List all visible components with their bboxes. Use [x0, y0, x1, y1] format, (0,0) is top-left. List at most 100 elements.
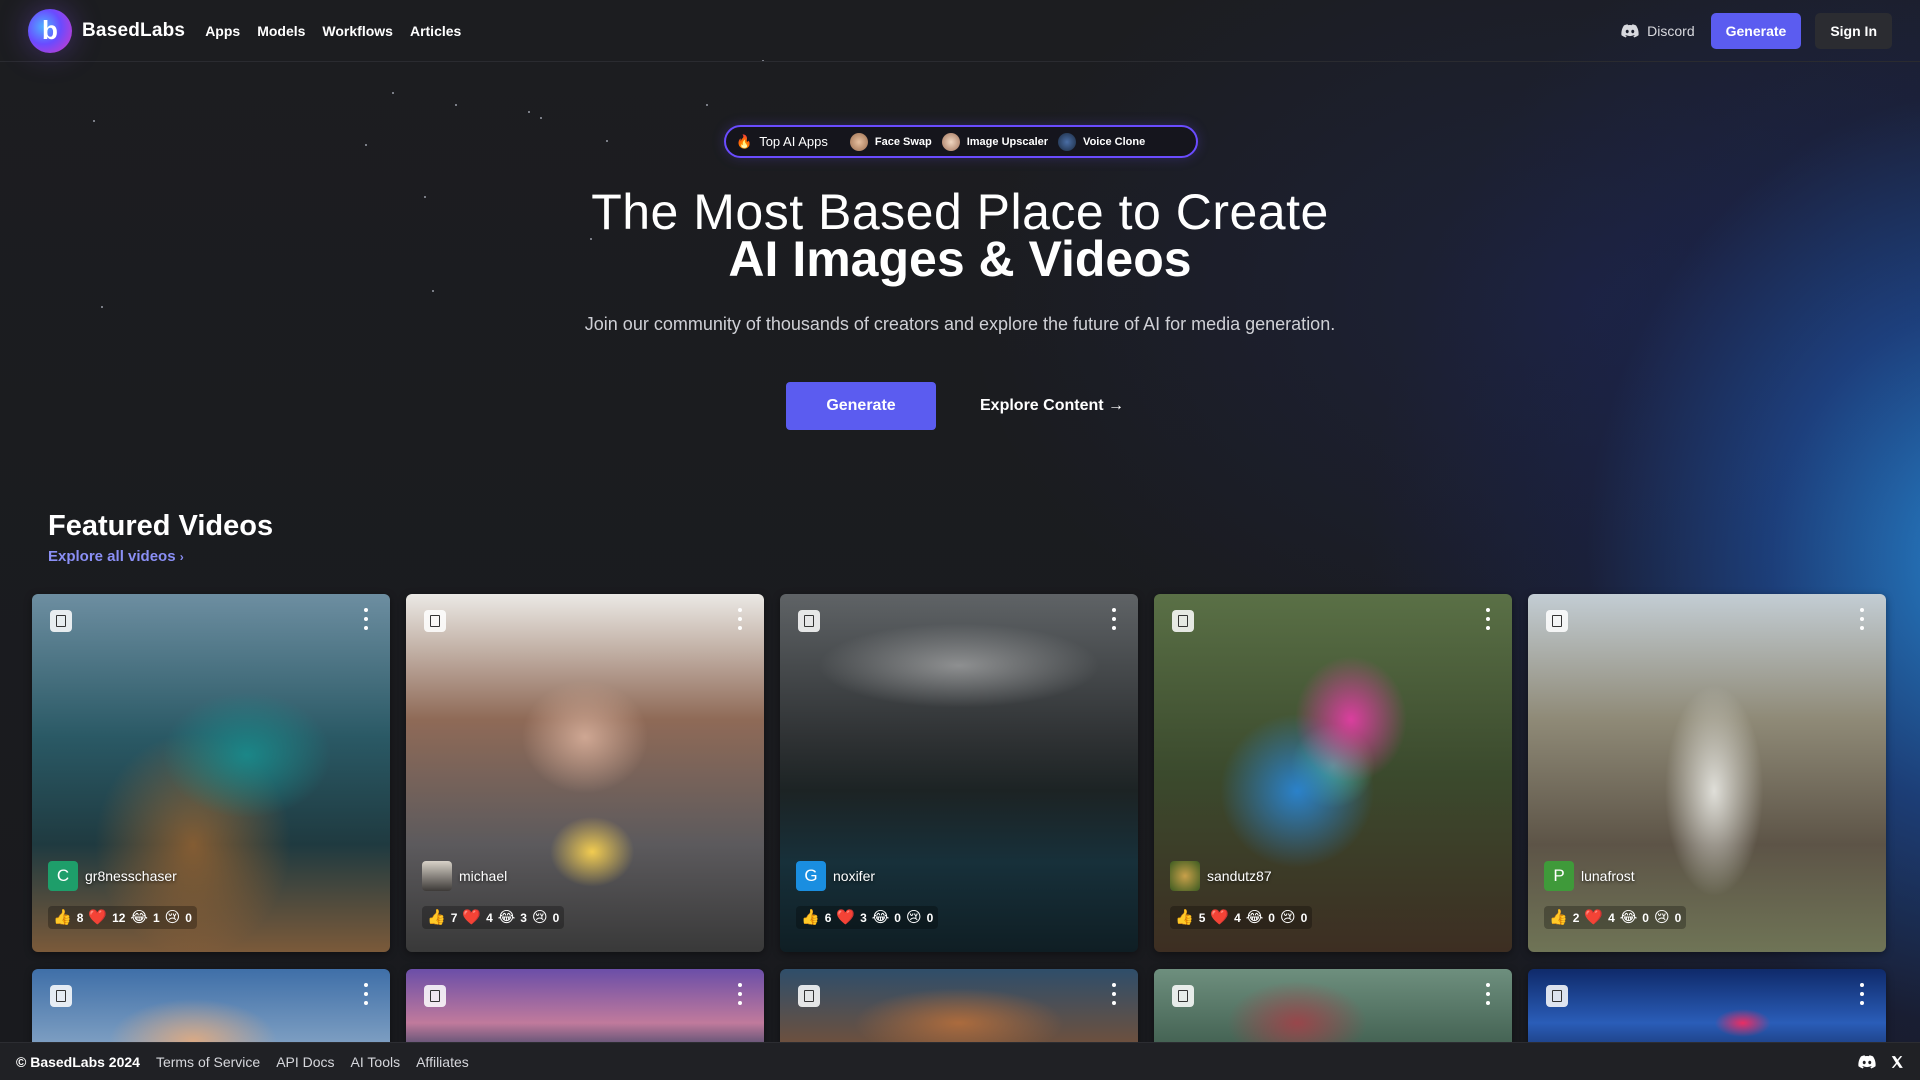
- footer-api-docs-link[interactable]: API Docs: [276, 1054, 334, 1070]
- nav-apps[interactable]: Apps: [205, 23, 240, 39]
- sad-icon[interactable]: 😢: [906, 910, 922, 925]
- card-author[interactable]: P lunafrost: [1544, 861, 1635, 891]
- document-icon[interactable]: [798, 610, 820, 632]
- discord-link[interactable]: Discord: [1621, 22, 1695, 39]
- star: [455, 104, 457, 106]
- hero-heading: The Most Based Place to Create AI Images…: [0, 184, 1920, 284]
- discord-label: Discord: [1647, 22, 1695, 39]
- brand-name: BasedLabs: [82, 19, 186, 41]
- document-icon[interactable]: [1172, 985, 1194, 1007]
- heart-icon[interactable]: ❤️: [836, 910, 855, 925]
- document-icon[interactable]: [1546, 610, 1568, 632]
- card-author[interactable]: sandutz87: [1170, 861, 1272, 891]
- footer-terms-link[interactable]: Terms of Service: [156, 1054, 260, 1070]
- avatar: C: [48, 861, 78, 891]
- sad-icon[interactable]: 😢: [1280, 910, 1296, 925]
- username: lunafrost: [1581, 868, 1635, 884]
- app-image-upscaler[interactable]: Image Upscaler: [941, 132, 1048, 151]
- footer-ai-tools-link[interactable]: AI Tools: [351, 1054, 401, 1070]
- more-options-icon[interactable]: [736, 983, 744, 1005]
- more-options-icon[interactable]: [1858, 983, 1866, 1005]
- face-swap-thumb: [849, 132, 868, 151]
- more-options-icon[interactable]: [1484, 608, 1492, 630]
- more-options-icon[interactable]: [362, 608, 370, 630]
- sad-icon[interactable]: 😢: [165, 910, 181, 925]
- more-options-icon[interactable]: [362, 983, 370, 1005]
- video-card[interactable]: C gr8nesschaser 👍 8 ❤️ 12 😂 1 😢 0: [32, 594, 390, 952]
- thumbs-up-icon[interactable]: 👍: [1549, 910, 1568, 925]
- nav-articles[interactable]: Articles: [410, 23, 461, 39]
- star: [432, 290, 434, 292]
- video-card[interactable]: michael 👍 7 ❤️ 4 😂 3 😢 0: [406, 594, 764, 952]
- laugh-icon[interactable]: 😂: [1246, 910, 1264, 925]
- sad-icon[interactable]: 😢: [1654, 910, 1670, 925]
- thumbs-up-icon[interactable]: 👍: [53, 910, 72, 925]
- sad-icon[interactable]: 😢: [532, 910, 548, 925]
- star: [540, 117, 542, 119]
- document-icon[interactable]: [424, 985, 446, 1007]
- image-upscaler-thumb: [941, 132, 960, 151]
- card-author[interactable]: G noxifer: [796, 861, 875, 891]
- reactions-bar: 👍 8 ❤️ 12 😂 1 😢 0: [48, 906, 197, 929]
- username: noxifer: [833, 868, 876, 884]
- thumbs-up-icon[interactable]: 👍: [801, 910, 820, 925]
- heart-icon[interactable]: ❤️: [88, 910, 107, 925]
- username: gr8nesschaser: [85, 868, 177, 884]
- more-options-icon[interactable]: [736, 608, 744, 630]
- reactions-bar: 👍 2 ❤️ 4 😂 0 😢 0: [1544, 906, 1687, 929]
- generate-button[interactable]: Generate: [1710, 12, 1802, 49]
- explore-all-videos-link[interactable]: Explore all videos ›: [48, 548, 184, 565]
- avatar: P: [1544, 861, 1574, 891]
- basedlabs-logo-icon: b: [28, 8, 72, 53]
- username: michael: [459, 868, 508, 884]
- document-icon[interactable]: [424, 610, 446, 632]
- laugh-icon[interactable]: 😂: [498, 910, 516, 925]
- document-icon[interactable]: [798, 985, 820, 1007]
- star: [606, 140, 608, 142]
- star: [706, 104, 708, 106]
- document-icon[interactable]: [50, 610, 72, 632]
- card-author[interactable]: C gr8nesschaser: [48, 861, 177, 891]
- app-face-swap[interactable]: Face Swap: [849, 132, 932, 151]
- brand-logo[interactable]: b BasedLabs: [28, 8, 186, 53]
- nav-workflows[interactable]: Workflows: [322, 23, 393, 39]
- thumbs-up-icon[interactable]: 👍: [1175, 910, 1194, 925]
- sign-in-button[interactable]: Sign In: [1815, 12, 1892, 49]
- laugh-icon[interactable]: 😂: [872, 910, 890, 925]
- document-icon[interactable]: [1546, 985, 1568, 1007]
- reactions-bar: 👍 7 ❤️ 4 😂 3 😢 0: [422, 906, 565, 929]
- avatar: [1170, 861, 1200, 891]
- video-card[interactable]: G noxifer 👍 6 ❤️ 3 😂 0 😢 0: [780, 594, 1138, 952]
- chevron-right-icon: ›: [179, 550, 184, 564]
- thumbs-up-icon[interactable]: 👍: [427, 910, 446, 925]
- main-nav: Apps Models Workflows Articles: [205, 23, 461, 39]
- document-icon[interactable]: [1172, 610, 1194, 632]
- explore-content-link[interactable]: Explore Content →: [980, 397, 1124, 415]
- heart-icon[interactable]: ❤️: [1210, 910, 1229, 925]
- star: [392, 92, 394, 94]
- hero-cta: Generate Explore Content →: [786, 382, 1124, 430]
- username: sandutz87: [1207, 868, 1272, 884]
- featured-videos-title: Featured Videos: [48, 510, 274, 542]
- video-card[interactable]: sandutz87 👍 5 ❤️ 4 😂 0 😢 0: [1154, 594, 1512, 952]
- footer-social: [1858, 1054, 1904, 1069]
- card-author[interactable]: michael: [422, 861, 507, 891]
- discord-icon: [1621, 23, 1639, 37]
- more-options-icon[interactable]: [1110, 983, 1118, 1005]
- laugh-icon[interactable]: 😂: [1620, 910, 1638, 925]
- avatar: [422, 861, 452, 891]
- video-card[interactable]: P lunafrost 👍 2 ❤️ 4 😂 0 😢 0: [1528, 594, 1886, 952]
- more-options-icon[interactable]: [1858, 608, 1866, 630]
- more-options-icon[interactable]: [1110, 608, 1118, 630]
- nav-models[interactable]: Models: [257, 23, 305, 39]
- heart-icon[interactable]: ❤️: [1584, 910, 1603, 925]
- heart-icon[interactable]: ❤️: [462, 910, 481, 925]
- more-options-icon[interactable]: [1484, 983, 1492, 1005]
- x-twitter-icon[interactable]: [1890, 1055, 1904, 1069]
- hero-generate-button[interactable]: Generate: [786, 382, 936, 430]
- discord-icon[interactable]: [1858, 1054, 1876, 1069]
- footer-affiliates-link[interactable]: Affiliates: [416, 1054, 469, 1070]
- document-icon[interactable]: [50, 985, 72, 1007]
- laugh-icon[interactable]: 😂: [130, 910, 148, 925]
- app-voice-clone[interactable]: Voice Clone: [1058, 132, 1145, 151]
